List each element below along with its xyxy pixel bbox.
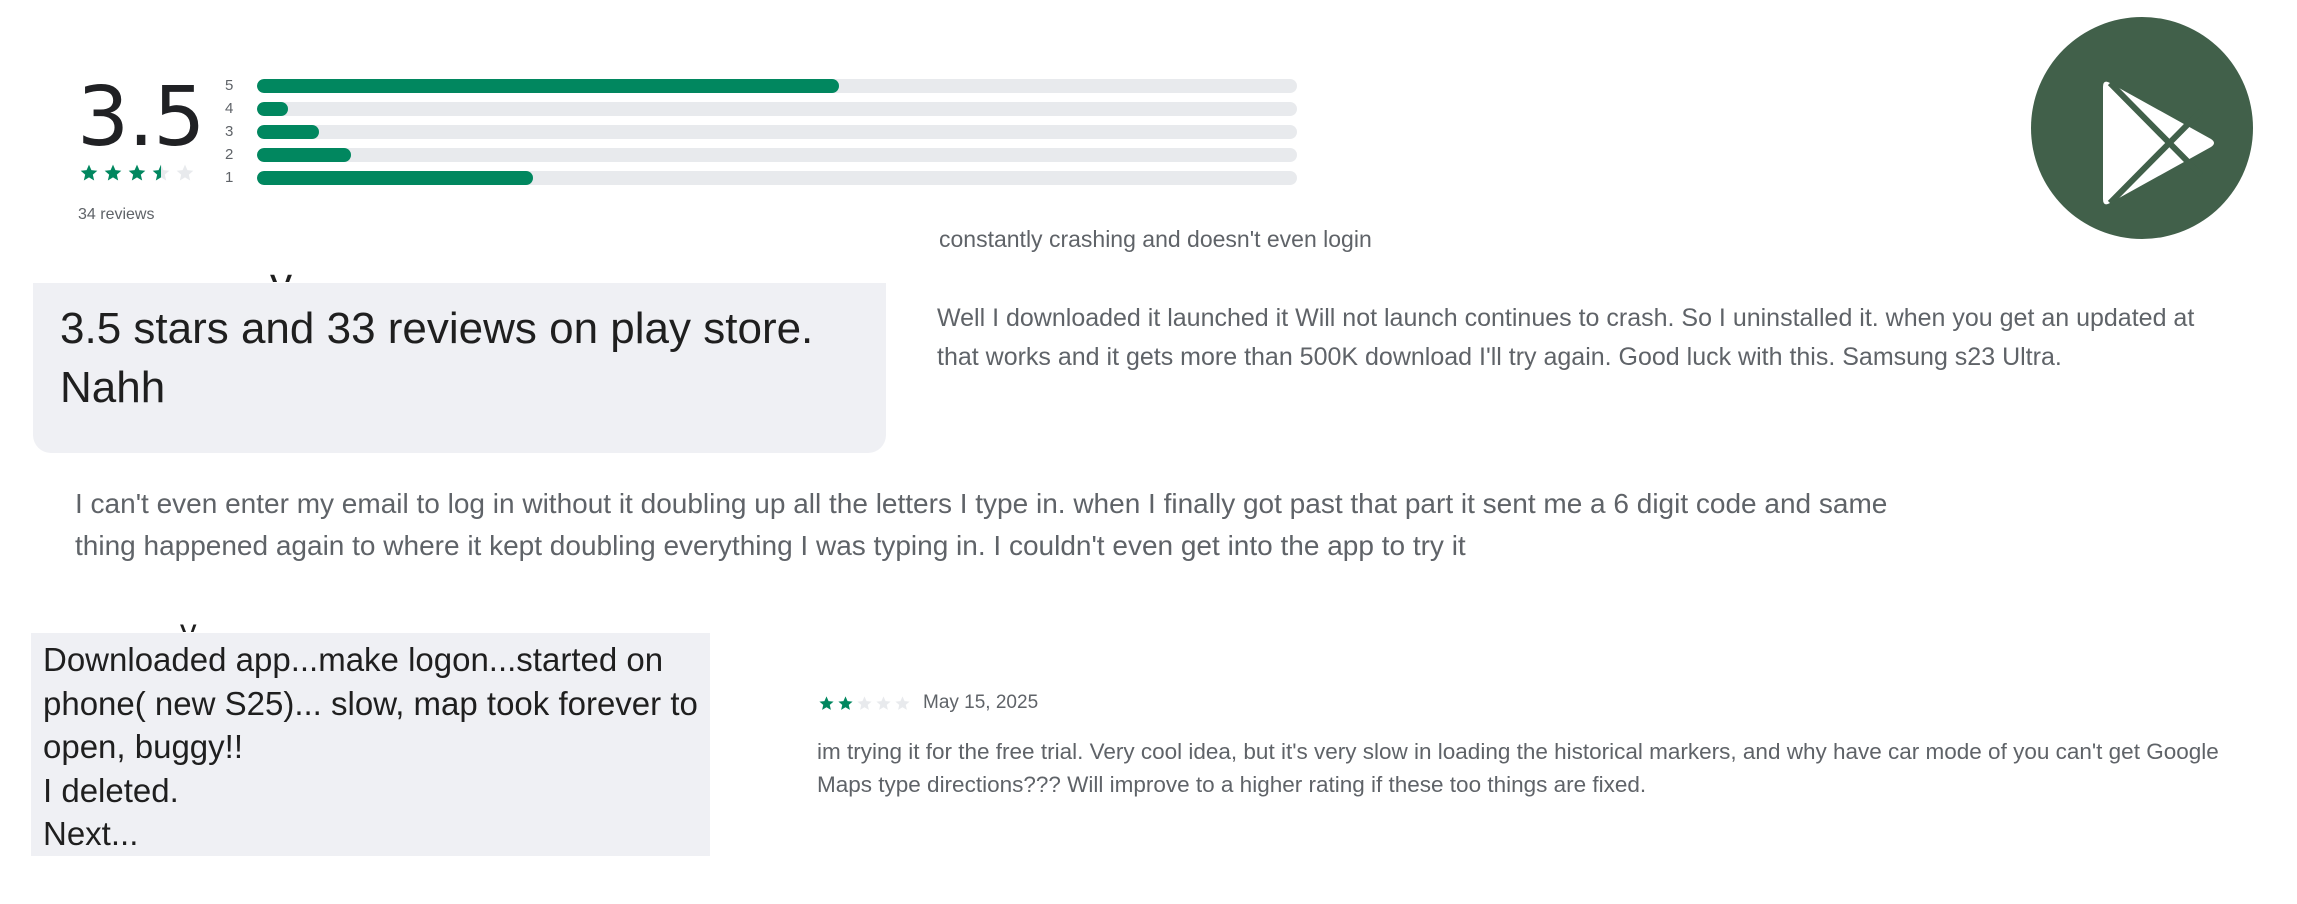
star-icon	[894, 695, 911, 712]
star-icon	[127, 163, 147, 183]
histogram-fill	[257, 170, 533, 185]
bubble-line: Nahh	[60, 363, 166, 412]
histogram-row: 2	[225, 143, 1305, 166]
box-line: Next...	[43, 815, 139, 852]
rating-stars	[79, 163, 195, 183]
review-count: 34 reviews	[78, 206, 155, 223]
box-line: I deleted.	[43, 771, 179, 809]
histogram-label: 5	[225, 77, 234, 94]
star-icon	[175, 163, 195, 183]
review-trial-meta: May 15, 2025	[818, 692, 1038, 714]
box-line: open, buggy!!	[43, 728, 243, 765]
rating-histogram: 5 4 3 2 1	[225, 74, 1305, 189]
histogram-track	[257, 170, 1297, 185]
review-downloaded-box: Downloaded app...make logon...started on…	[31, 633, 710, 856]
star-icon	[79, 163, 99, 183]
histogram-fill	[257, 78, 840, 93]
histogram-label: 3	[225, 123, 234, 140]
histogram-row: 1	[225, 166, 1305, 189]
review-date: May 15, 2025	[923, 692, 1039, 713]
star-icon	[837, 695, 854, 712]
review-trial: im trying it for the free trial. Very co…	[817, 739, 2219, 797]
histogram-label: 2	[225, 146, 234, 163]
star-icon	[103, 163, 123, 183]
histogram-fill	[257, 124, 320, 139]
box-line: phone( new S25)... slow, map took foreve…	[43, 684, 698, 722]
box-line: Downloaded app...make logon...started on	[43, 641, 664, 678]
review-samsung: Well I downloaded it launched it Will no…	[937, 304, 2195, 371]
average-rating: 3.5	[77, 70, 205, 165]
histogram-row: 3	[225, 120, 1305, 143]
histogram-track	[257, 101, 1297, 116]
histogram-row: 4	[225, 97, 1305, 120]
review-trial-stars	[818, 695, 911, 712]
star-icon	[875, 695, 892, 712]
histogram-track	[257, 124, 1297, 139]
histogram-label: 1	[225, 169, 234, 186]
review-crashing: constantly crashing and doesn't even log…	[939, 226, 1372, 252]
histogram-label: 4	[225, 100, 234, 117]
bubble-line: 3.5 stars and 33 reviews on play store.	[60, 304, 814, 353]
review-email: I can't even enter my email to log in wi…	[75, 488, 1888, 561]
histogram-row: 5	[225, 74, 1305, 97]
box-cropped-text: y	[180, 612, 197, 632]
star-icon	[856, 695, 873, 712]
histogram-fill	[257, 101, 289, 116]
histogram-track	[257, 78, 1297, 93]
google-play-logo	[2031, 17, 2253, 239]
histogram-track	[257, 147, 1297, 162]
google-play-icon	[2103, 80, 2214, 206]
star-icon	[818, 695, 835, 712]
bubble-cropped-text: y	[270, 262, 330, 282]
review-bubble: 3.5 stars and 33 reviews on play store. …	[33, 283, 886, 453]
star-icon	[151, 163, 171, 183]
histogram-fill	[257, 147, 351, 162]
